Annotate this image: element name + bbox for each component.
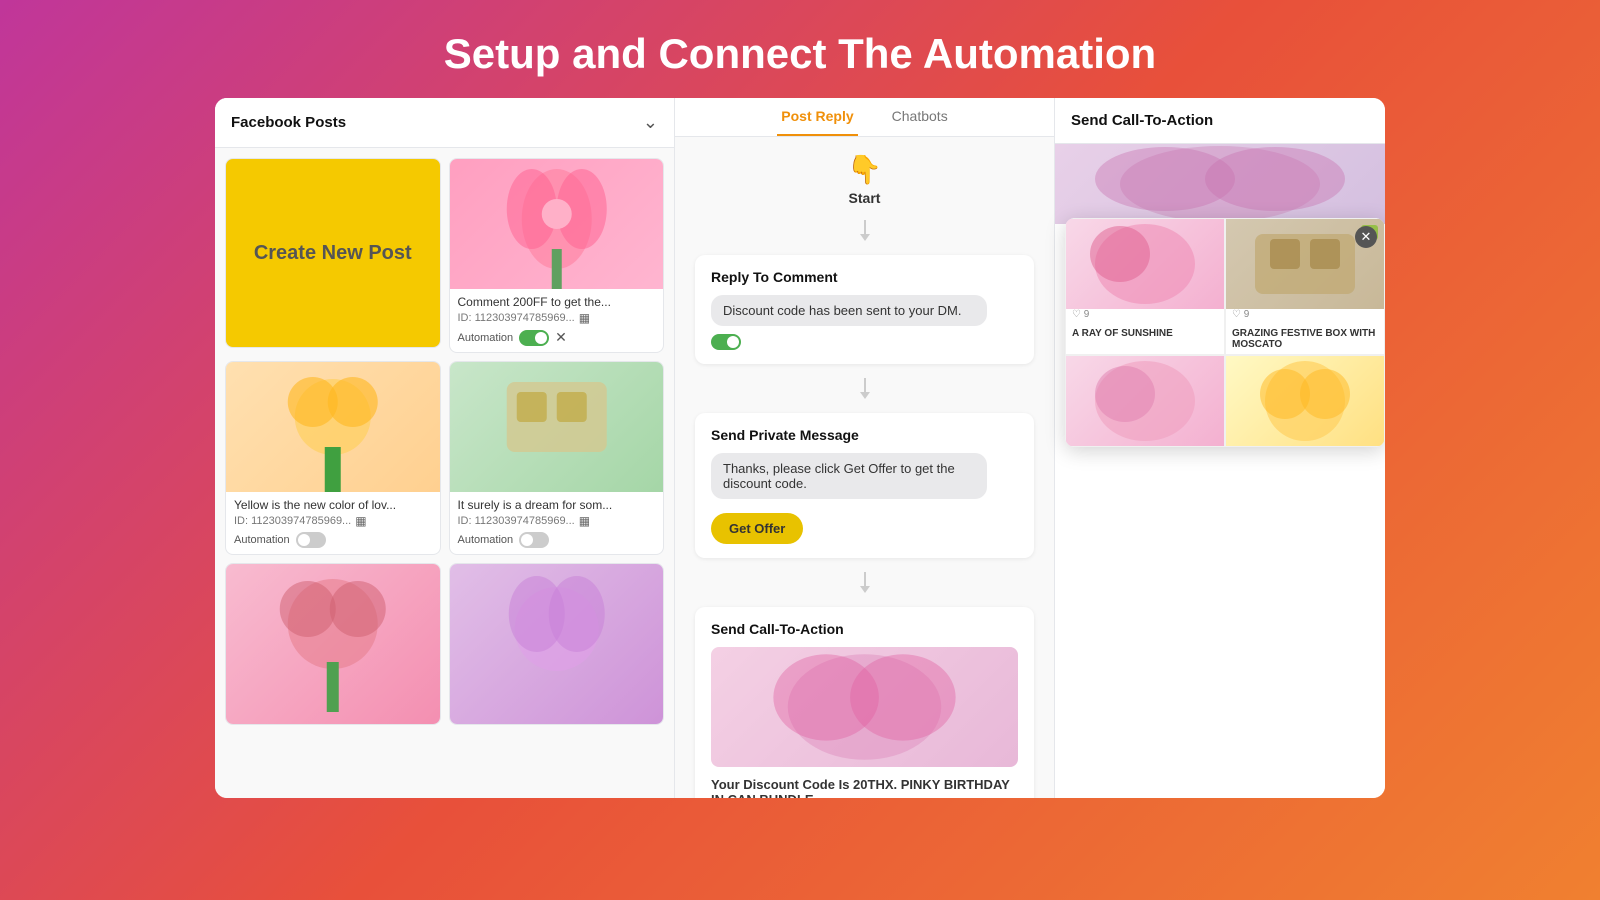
facebook-posts-title: Facebook Posts (231, 114, 346, 131)
start-label: Start (849, 190, 881, 206)
send-private-message-card: Send Private Message Thanks, please clic… (695, 413, 1034, 558)
post-comment-3: Yellow is the new color of lov... (234, 498, 432, 512)
posts-grid: Create New Post Comment 200FF to get the… (215, 148, 674, 735)
chevron-down-icon[interactable]: ⌄ (643, 112, 658, 133)
post-image-2 (450, 159, 664, 289)
post-image-6 (450, 564, 664, 724)
post-automation-2: Automation ✕ (458, 329, 656, 346)
send-cta-card: Send Call-To-Action Your Discount Code I… (695, 607, 1034, 798)
post-card-3[interactable]: Yellow is the new color of lov... ID: 11… (225, 361, 441, 555)
post-automation-4: Automation (458, 532, 656, 548)
tab-post-reply[interactable]: Post Reply (777, 98, 857, 136)
product-picker-popup: ✕ ♡ 9 A RAY OF SUNSHINE (1065, 218, 1385, 447)
send-cta-title: Send Call-To-Action (711, 621, 1018, 637)
post-comment-4: It surely is a dream for som... (458, 498, 656, 512)
automation-toggle-2[interactable] (519, 330, 549, 346)
post-card-6[interactable] (449, 563, 665, 725)
get-offer-button[interactable]: Get Offer (711, 513, 803, 544)
start-emoji: 👇 (847, 153, 882, 186)
copy-icon-2[interactable]: ▦ (579, 311, 590, 325)
left-panel: Facebook Posts ⌄ Create New Post (215, 98, 675, 798)
popup-item-count-1: ♡ 9 (1066, 309, 1224, 324)
reply-to-comment-card: Reply To Comment Discount code has been … (695, 255, 1034, 364)
popup-close-button[interactable]: ✕ (1355, 226, 1377, 248)
close-icon-2[interactable]: ✕ (555, 329, 567, 346)
post-id-3: ID: 1123039747859​69... ▦ (234, 514, 432, 528)
post-comment-2: Comment 200FF to get the... (458, 295, 656, 309)
reply-toggle[interactable] (711, 334, 741, 350)
post-image-3 (226, 362, 440, 492)
post-card-info-3: Yellow is the new color of lov... ID: 11… (226, 492, 440, 554)
right-panel-image (1055, 144, 1385, 224)
tabs-bar: Post Reply Chatbots (675, 98, 1054, 137)
post-image-5 (226, 564, 440, 724)
middle-panel: Post Reply Chatbots 👇 Start Reply To Com… (675, 98, 1055, 798)
tab-chatbots[interactable]: Chatbots (888, 98, 952, 136)
create-new-post-card[interactable]: Create New Post (225, 158, 441, 348)
reply-to-comment-title: Reply To Comment (711, 269, 1018, 285)
popup-item-image-4 (1226, 356, 1384, 446)
popup-item-3[interactable] (1065, 355, 1225, 447)
reply-toggle-row (711, 334, 1018, 350)
send-private-message-title: Send Private Message (711, 427, 1018, 443)
arrow-connector-1 (860, 220, 870, 241)
popup-item-count-2: ♡ 9 (1226, 309, 1384, 324)
create-new-label: Create New Post (254, 242, 412, 265)
post-image-4 (450, 362, 664, 492)
post-card-info-4: It surely is a dream for som... ID: 1123… (450, 492, 664, 554)
page-title: Setup and Connect The Automation (0, 30, 1600, 78)
post-card-4[interactable]: It surely is a dream for som... ID: 1123… (449, 361, 665, 555)
automation-toggle-3[interactable] (296, 532, 326, 548)
main-container: Facebook Posts ⌄ Create New Post (215, 98, 1385, 798)
flow-area: 👇 Start Reply To Comment Discount code h… (675, 137, 1054, 798)
post-id-4: ID: 1123039747859​69... ▦ (458, 514, 656, 528)
cta-text: Your Discount Code Is 20THX. PINKY BIRTH… (711, 777, 1018, 798)
popup-item-label-2: GRAZING FESTIVE BOX WITH MOSCATO (1226, 324, 1384, 354)
post-id-2: ID: 1123039747859​69... ▦ (458, 311, 656, 325)
popup-grid: ♡ 9 A RAY OF SUNSHINE S ♡ 9 GRAZING FE (1065, 218, 1385, 447)
post-card-info-2: Comment 200FF to get the... ID: 11230397… (450, 289, 664, 352)
right-panel-header: Send Call-To-Action (1055, 98, 1385, 144)
arrow-connector-3 (860, 572, 870, 593)
copy-icon-3[interactable]: ▦ (355, 514, 366, 528)
popup-item-1[interactable]: ♡ 9 A RAY OF SUNSHINE (1065, 218, 1225, 355)
right-panel: Send Call-To-Action Your Discount Code I… (1055, 98, 1385, 798)
post-automation-3: Automation (234, 532, 432, 548)
cta-image (711, 647, 1018, 767)
post-card-2[interactable]: Comment 200FF to get the... ID: 11230397… (449, 158, 665, 353)
popup-item-4[interactable] (1225, 355, 1385, 447)
copy-icon-4[interactable]: ▦ (579, 514, 590, 528)
post-card-5[interactable] (225, 563, 441, 725)
reply-to-comment-message: Discount code has been sent to your DM. (711, 295, 987, 326)
popup-item-label-1: A RAY OF SUNSHINE (1066, 324, 1224, 343)
private-message-bubble: Thanks, please click Get Offer to get th… (711, 453, 987, 499)
start-node: 👇 Start (847, 153, 882, 206)
automation-toggle-4[interactable] (519, 532, 549, 548)
arrow-connector-2 (860, 378, 870, 399)
popup-item-image-1 (1066, 219, 1224, 309)
left-panel-header: Facebook Posts ⌄ (215, 98, 674, 148)
popup-item-image-3 (1066, 356, 1224, 446)
